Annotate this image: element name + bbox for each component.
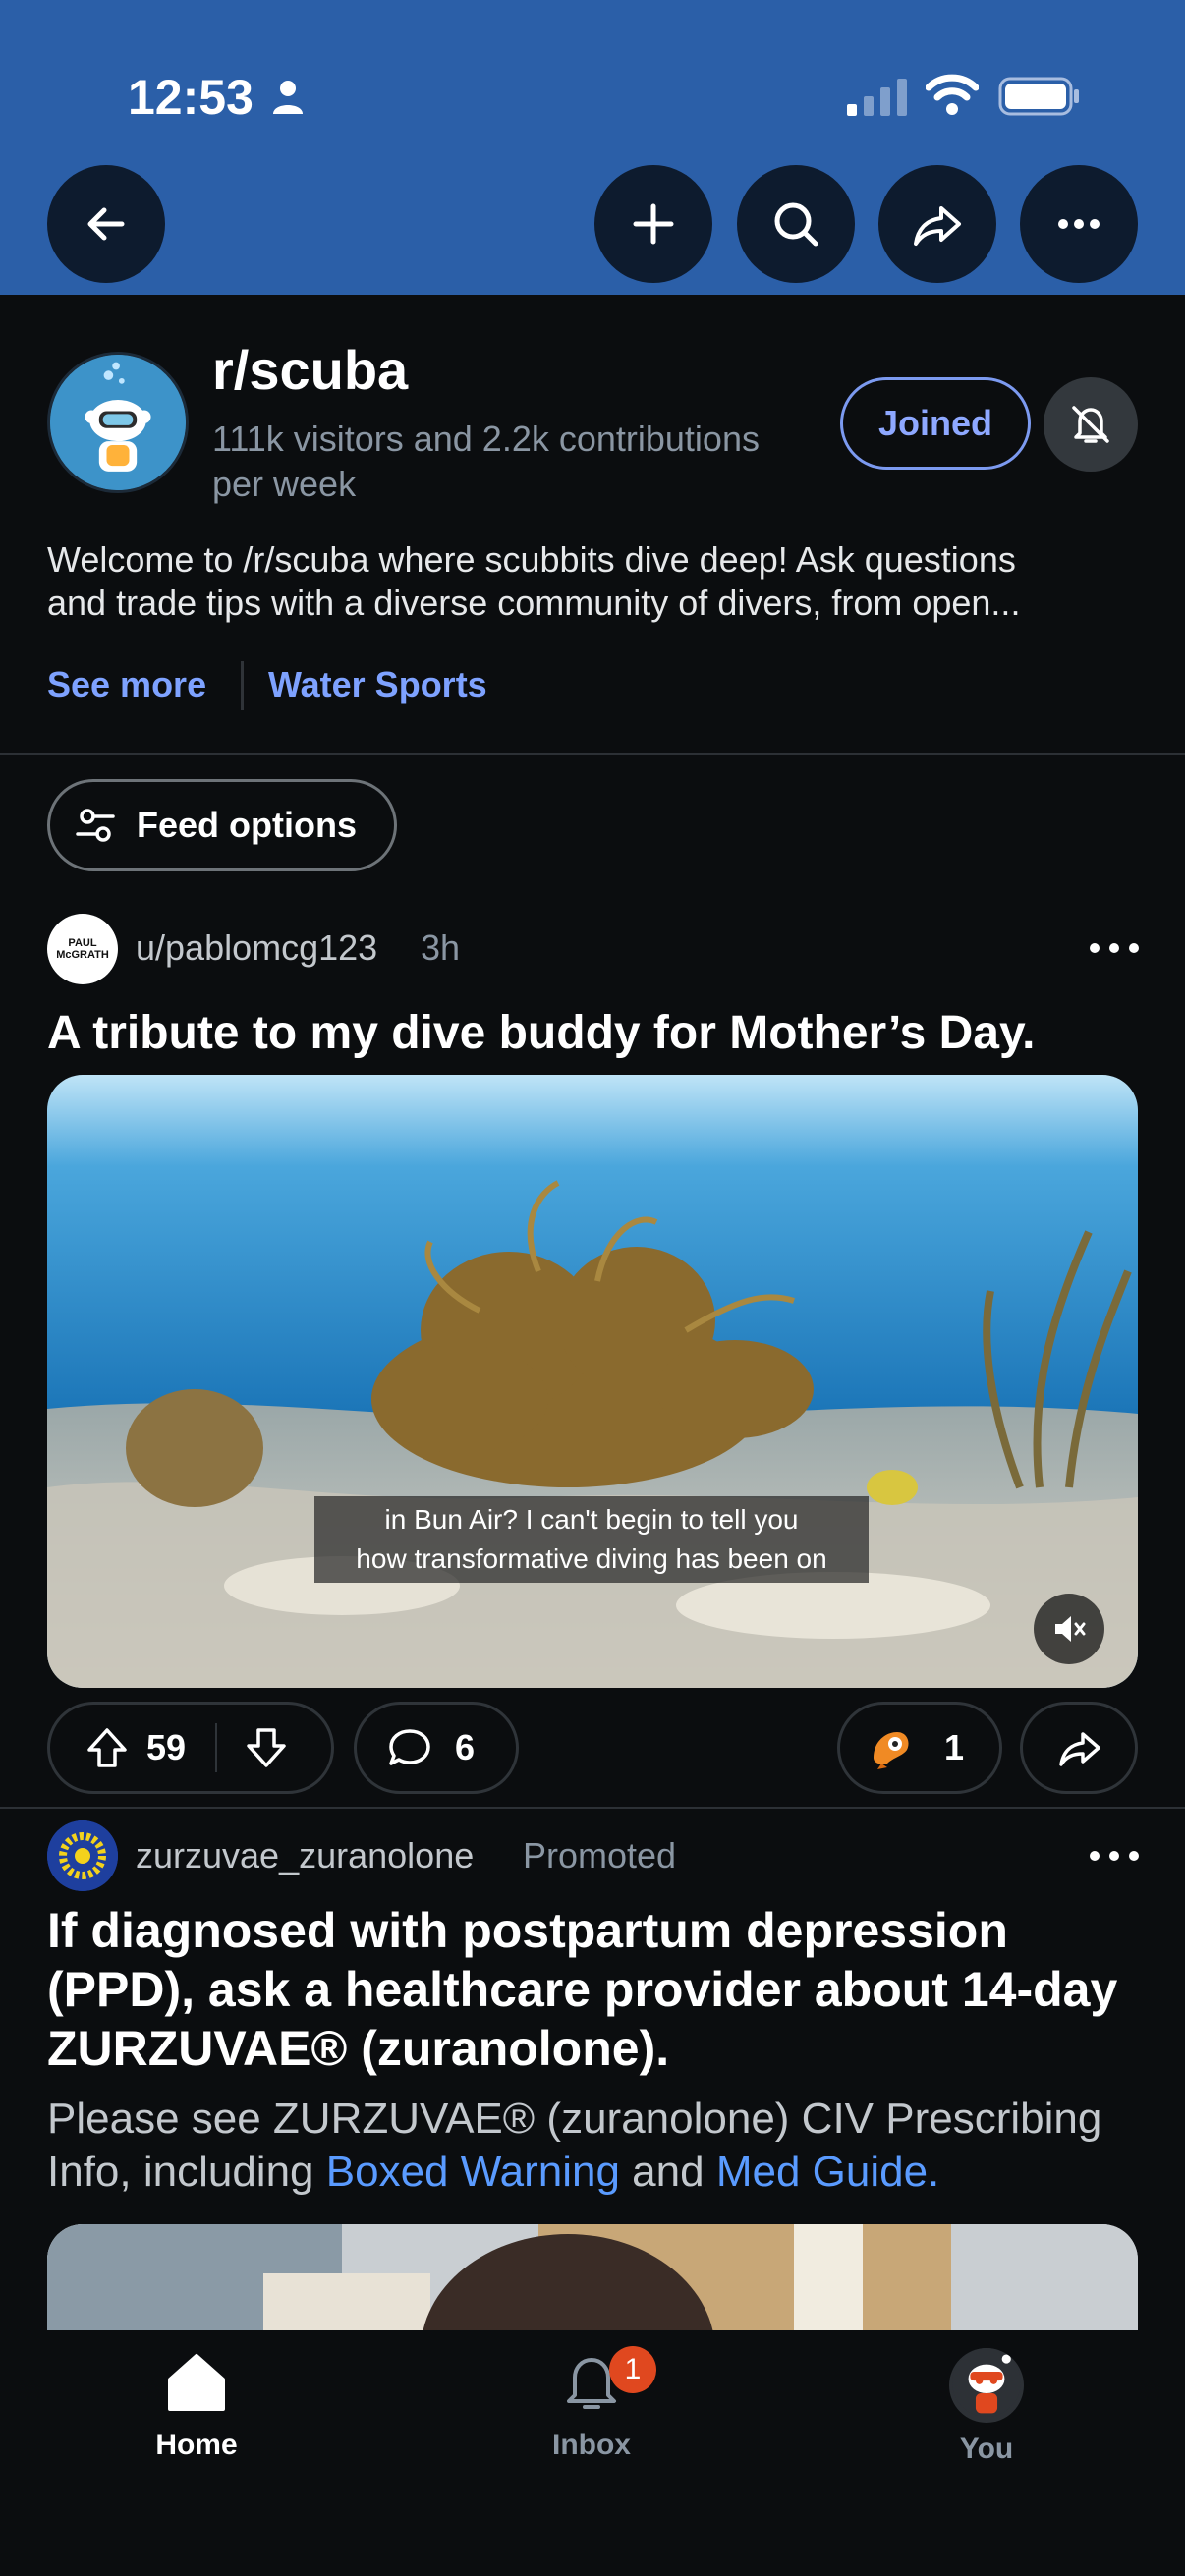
post-title[interactable]: A tribute to my dive buddy for Mother’s … [47,1004,1138,1063]
sun-logo-icon [47,1820,118,1891]
vote-pill: 59 [47,1702,334,1794]
bell-off-icon [1072,406,1109,443]
see-more-link[interactable]: See more [47,664,206,705]
share-icon [914,206,961,246]
tab-home-label: Home [155,2429,238,2461]
caption-line-1: in Bun Air? I can't begin to tell you [384,1504,799,1535]
upvote-count: 59 [146,1727,187,1767]
comment-count: 6 [455,1727,476,1767]
tab-inbox-label: Inbox [552,2429,631,2461]
promoted-label: Promoted [523,1835,677,1876]
vote-divider [215,1723,218,1772]
post-video[interactable] [47,1075,1138,1688]
share-icon [1059,1732,1100,1766]
description-line-1: Welcome to /r/scuba where scubbits dive … [47,539,1016,580]
post-divider [0,1807,1185,1809]
more-horizontal-icon [1058,219,1100,229]
arrow-left-icon [87,207,125,241]
share-subreddit-button[interactable] [878,165,996,283]
snoo-avatar-icon [952,2348,1021,2417]
plus-icon [633,203,674,245]
share-post-button[interactable] [1020,1702,1138,1794]
person-icon [273,81,303,114]
underwater-reef-video-frame [47,1075,1138,1688]
link-separator [241,661,244,710]
ad-body: Please see ZURZUVAE® (zuranolone) CIV Pr… [47,2093,1157,2199]
back-button[interactable] [47,165,165,283]
create-post-button[interactable] [594,165,712,283]
video-caption: in Bun Air? I can't begin to tell you ho… [314,1496,869,1583]
user-profile-avatar [949,2348,1024,2423]
award-button[interactable]: 1 [837,1702,1002,1794]
user-avatar[interactable]: PAUL McGRATH [47,914,118,984]
battery-icon [998,77,1079,116]
description-line-2: and trade tips with a diverse community … [47,583,1021,623]
tab-home[interactable]: Home [98,2348,295,2462]
avatar-logo-text: PAUL McGRATH [56,937,109,961]
mute-button[interactable] [1034,1594,1104,1664]
post-username[interactable]: u/pablomcg123 [136,927,377,969]
snoo-diver-icon [50,355,186,490]
search-button[interactable] [737,165,855,283]
boxed-warning-link[interactable]: Boxed Warning [326,2148,620,2196]
home-icon [168,2354,225,2411]
cellular-signal-icon [847,79,907,116]
wifi-icon [926,74,979,115]
advertiser-name[interactable]: zurzuvae_zuranolone [136,1835,474,1876]
ad-title[interactable]: If diagnosed with postpartum depression … [47,1901,1148,2078]
subreddit-description: Welcome to /r/scuba where scubbits dive … [47,538,1148,625]
downvote-icon[interactable] [243,1724,290,1771]
ad-body-and: and [619,2148,716,2196]
subreddit-name: r/scuba [212,339,409,401]
award-count: 1 [944,1727,965,1767]
notifications-button[interactable] [1044,377,1138,472]
tab-you[interactable]: You [888,2348,1085,2466]
caption-line-2: how transformative diving has been on [356,1543,827,1574]
med-guide-link[interactable]: Med Guide. [716,2148,939,2196]
upvote-icon[interactable] [84,1724,131,1771]
subreddit-avatar[interactable] [47,352,189,493]
feed-options-button[interactable]: Feed options [47,779,397,871]
comment-icon [389,1729,430,1765]
search-icon [774,202,818,247]
post-timestamp: 3h [421,927,461,968]
speaker-muted-icon [1055,1616,1086,1642]
award-icon [874,1732,909,1769]
joined-button[interactable]: Joined [840,377,1031,470]
post-more-icon[interactable] [1085,933,1144,963]
topic-link[interactable]: Water Sports [268,664,487,705]
status-time: 12:53 [128,70,254,125]
comments-button[interactable]: 6 [354,1702,519,1794]
sliders-icon [76,809,115,842]
ad-more-icon[interactable] [1085,1841,1144,1871]
section-divider [0,753,1185,755]
tab-inbox[interactable]: Inbox [493,2348,690,2462]
top-header [0,0,1185,295]
inbox-badge: 1 [609,2346,656,2393]
more-options-button[interactable] [1020,165,1138,283]
tab-you-label: You [959,2433,1014,2465]
advertiser-avatar[interactable] [47,1820,118,1891]
subreddit-stats: 111k visitors and 2.2k contributions per… [212,419,760,504]
feed-options-label: Feed options [137,805,357,845]
